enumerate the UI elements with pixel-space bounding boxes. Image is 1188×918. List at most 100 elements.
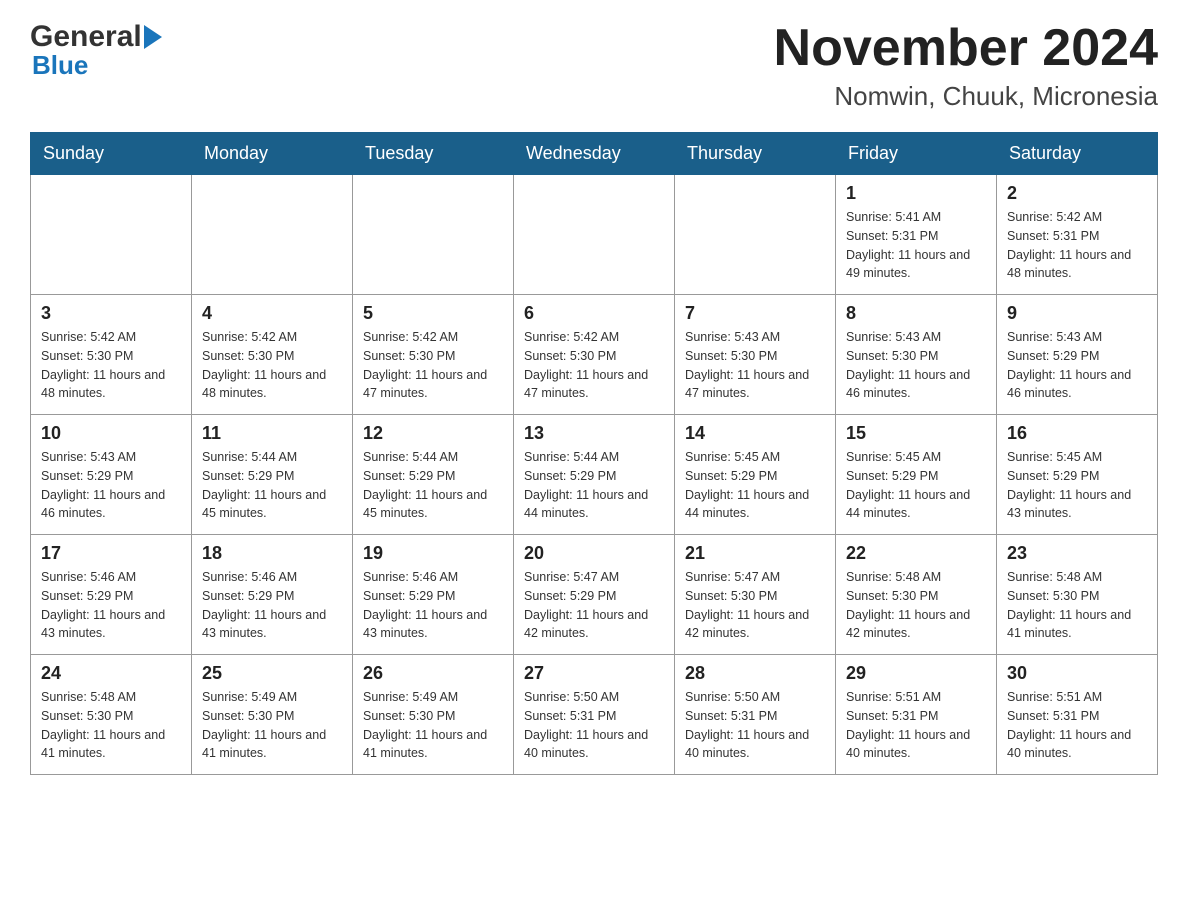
sun-info: Sunrise: 5:44 AMSunset: 5:29 PMDaylight:…: [363, 448, 503, 523]
calendar-header-row: Sunday Monday Tuesday Wednesday Thursday…: [31, 133, 1158, 175]
calendar-cell-w4-d4: 20 Sunrise: 5:47 AMSunset: 5:29 PMDaylig…: [514, 535, 675, 655]
sun-info: Sunrise: 5:45 AMSunset: 5:29 PMDaylight:…: [846, 448, 986, 523]
logo: General Blue: [30, 20, 162, 81]
col-wednesday: Wednesday: [514, 133, 675, 175]
week-row-2: 3 Sunrise: 5:42 AMSunset: 5:30 PMDayligh…: [31, 295, 1158, 415]
sun-info: Sunrise: 5:42 AMSunset: 5:30 PMDaylight:…: [363, 328, 503, 403]
day-number: 22: [846, 543, 986, 564]
sun-info: Sunrise: 5:41 AMSunset: 5:31 PMDaylight:…: [846, 208, 986, 283]
day-number: 2: [1007, 183, 1147, 204]
sun-info: Sunrise: 5:43 AMSunset: 5:29 PMDaylight:…: [1007, 328, 1147, 403]
sun-info: Sunrise: 5:43 AMSunset: 5:30 PMDaylight:…: [685, 328, 825, 403]
day-number: 27: [524, 663, 664, 684]
calendar-cell-w1-d6: 1 Sunrise: 5:41 AMSunset: 5:31 PMDayligh…: [836, 175, 997, 295]
calendar-cell-w3-d3: 12 Sunrise: 5:44 AMSunset: 5:29 PMDaylig…: [353, 415, 514, 535]
col-saturday: Saturday: [997, 133, 1158, 175]
day-number: 15: [846, 423, 986, 444]
calendar-cell-w2-d1: 3 Sunrise: 5:42 AMSunset: 5:30 PMDayligh…: [31, 295, 192, 415]
calendar-cell-w3-d5: 14 Sunrise: 5:45 AMSunset: 5:29 PMDaylig…: [675, 415, 836, 535]
day-number: 26: [363, 663, 503, 684]
day-number: 9: [1007, 303, 1147, 324]
day-number: 25: [202, 663, 342, 684]
col-sunday: Sunday: [31, 133, 192, 175]
logo-general-text: General: [30, 20, 142, 54]
day-number: 7: [685, 303, 825, 324]
sun-info: Sunrise: 5:48 AMSunset: 5:30 PMDaylight:…: [846, 568, 986, 643]
calendar-cell-w4-d6: 22 Sunrise: 5:48 AMSunset: 5:30 PMDaylig…: [836, 535, 997, 655]
page-header: General Blue November 2024 Nomwin, Chuuk…: [30, 20, 1158, 112]
calendar-cell-w2-d2: 4 Sunrise: 5:42 AMSunset: 5:30 PMDayligh…: [192, 295, 353, 415]
calendar-cell-w4-d3: 19 Sunrise: 5:46 AMSunset: 5:29 PMDaylig…: [353, 535, 514, 655]
calendar-cell-w3-d2: 11 Sunrise: 5:44 AMSunset: 5:29 PMDaylig…: [192, 415, 353, 535]
day-number: 4: [202, 303, 342, 324]
calendar-cell-w1-d4: [514, 175, 675, 295]
day-number: 24: [41, 663, 181, 684]
day-number: 16: [1007, 423, 1147, 444]
sun-info: Sunrise: 5:42 AMSunset: 5:30 PMDaylight:…: [41, 328, 181, 403]
sun-info: Sunrise: 5:49 AMSunset: 5:30 PMDaylight:…: [202, 688, 342, 763]
sun-info: Sunrise: 5:42 AMSunset: 5:30 PMDaylight:…: [202, 328, 342, 403]
logo-blue-text: Blue: [32, 50, 162, 81]
sun-info: Sunrise: 5:51 AMSunset: 5:31 PMDaylight:…: [1007, 688, 1147, 763]
day-number: 20: [524, 543, 664, 564]
week-row-4: 17 Sunrise: 5:46 AMSunset: 5:29 PMDaylig…: [31, 535, 1158, 655]
sun-info: Sunrise: 5:44 AMSunset: 5:29 PMDaylight:…: [202, 448, 342, 523]
calendar-cell-w1-d7: 2 Sunrise: 5:42 AMSunset: 5:31 PMDayligh…: [997, 175, 1158, 295]
sun-info: Sunrise: 5:45 AMSunset: 5:29 PMDaylight:…: [1007, 448, 1147, 523]
month-title: November 2024: [774, 20, 1158, 77]
calendar-cell-w1-d2: [192, 175, 353, 295]
sun-info: Sunrise: 5:46 AMSunset: 5:29 PMDaylight:…: [41, 568, 181, 643]
calendar-title-block: November 2024 Nomwin, Chuuk, Micronesia: [774, 20, 1158, 112]
sun-info: Sunrise: 5:51 AMSunset: 5:31 PMDaylight:…: [846, 688, 986, 763]
day-number: 21: [685, 543, 825, 564]
calendar-cell-w3-d1: 10 Sunrise: 5:43 AMSunset: 5:29 PMDaylig…: [31, 415, 192, 535]
calendar-cell-w2-d5: 7 Sunrise: 5:43 AMSunset: 5:30 PMDayligh…: [675, 295, 836, 415]
calendar-table: Sunday Monday Tuesday Wednesday Thursday…: [30, 132, 1158, 775]
calendar-cell-w4-d1: 17 Sunrise: 5:46 AMSunset: 5:29 PMDaylig…: [31, 535, 192, 655]
calendar-cell-w1-d3: [353, 175, 514, 295]
day-number: 13: [524, 423, 664, 444]
day-number: 10: [41, 423, 181, 444]
day-number: 11: [202, 423, 342, 444]
calendar-cell-w3-d6: 15 Sunrise: 5:45 AMSunset: 5:29 PMDaylig…: [836, 415, 997, 535]
sun-info: Sunrise: 5:46 AMSunset: 5:29 PMDaylight:…: [363, 568, 503, 643]
day-number: 17: [41, 543, 181, 564]
col-monday: Monday: [192, 133, 353, 175]
sun-info: Sunrise: 5:48 AMSunset: 5:30 PMDaylight:…: [41, 688, 181, 763]
calendar-cell-w1-d1: [31, 175, 192, 295]
week-row-3: 10 Sunrise: 5:43 AMSunset: 5:29 PMDaylig…: [31, 415, 1158, 535]
day-number: 5: [363, 303, 503, 324]
col-tuesday: Tuesday: [353, 133, 514, 175]
col-thursday: Thursday: [675, 133, 836, 175]
day-number: 23: [1007, 543, 1147, 564]
calendar-cell-w5-d1: 24 Sunrise: 5:48 AMSunset: 5:30 PMDaylig…: [31, 655, 192, 775]
day-number: 19: [363, 543, 503, 564]
sun-info: Sunrise: 5:46 AMSunset: 5:29 PMDaylight:…: [202, 568, 342, 643]
sun-info: Sunrise: 5:49 AMSunset: 5:30 PMDaylight:…: [363, 688, 503, 763]
calendar-cell-w5-d6: 29 Sunrise: 5:51 AMSunset: 5:31 PMDaylig…: [836, 655, 997, 775]
sun-info: Sunrise: 5:43 AMSunset: 5:30 PMDaylight:…: [846, 328, 986, 403]
calendar-cell-w5-d7: 30 Sunrise: 5:51 AMSunset: 5:31 PMDaylig…: [997, 655, 1158, 775]
calendar-cell-w2-d3: 5 Sunrise: 5:42 AMSunset: 5:30 PMDayligh…: [353, 295, 514, 415]
calendar-cell-w2-d4: 6 Sunrise: 5:42 AMSunset: 5:30 PMDayligh…: [514, 295, 675, 415]
day-number: 8: [846, 303, 986, 324]
sun-info: Sunrise: 5:43 AMSunset: 5:29 PMDaylight:…: [41, 448, 181, 523]
calendar-cell-w2-d6: 8 Sunrise: 5:43 AMSunset: 5:30 PMDayligh…: [836, 295, 997, 415]
calendar-cell-w4-d5: 21 Sunrise: 5:47 AMSunset: 5:30 PMDaylig…: [675, 535, 836, 655]
calendar-cell-w2-d7: 9 Sunrise: 5:43 AMSunset: 5:29 PMDayligh…: [997, 295, 1158, 415]
calendar-cell-w4-d2: 18 Sunrise: 5:46 AMSunset: 5:29 PMDaylig…: [192, 535, 353, 655]
day-number: 28: [685, 663, 825, 684]
calendar-cell-w5-d4: 27 Sunrise: 5:50 AMSunset: 5:31 PMDaylig…: [514, 655, 675, 775]
col-friday: Friday: [836, 133, 997, 175]
day-number: 1: [846, 183, 986, 204]
day-number: 12: [363, 423, 503, 444]
sun-info: Sunrise: 5:42 AMSunset: 5:31 PMDaylight:…: [1007, 208, 1147, 283]
day-number: 18: [202, 543, 342, 564]
sun-info: Sunrise: 5:42 AMSunset: 5:30 PMDaylight:…: [524, 328, 664, 403]
logo-triangle-icon: [144, 25, 162, 49]
sun-info: Sunrise: 5:45 AMSunset: 5:29 PMDaylight:…: [685, 448, 825, 523]
calendar-cell-w3-d4: 13 Sunrise: 5:44 AMSunset: 5:29 PMDaylig…: [514, 415, 675, 535]
day-number: 6: [524, 303, 664, 324]
day-number: 3: [41, 303, 181, 324]
calendar-cell-w4-d7: 23 Sunrise: 5:48 AMSunset: 5:30 PMDaylig…: [997, 535, 1158, 655]
